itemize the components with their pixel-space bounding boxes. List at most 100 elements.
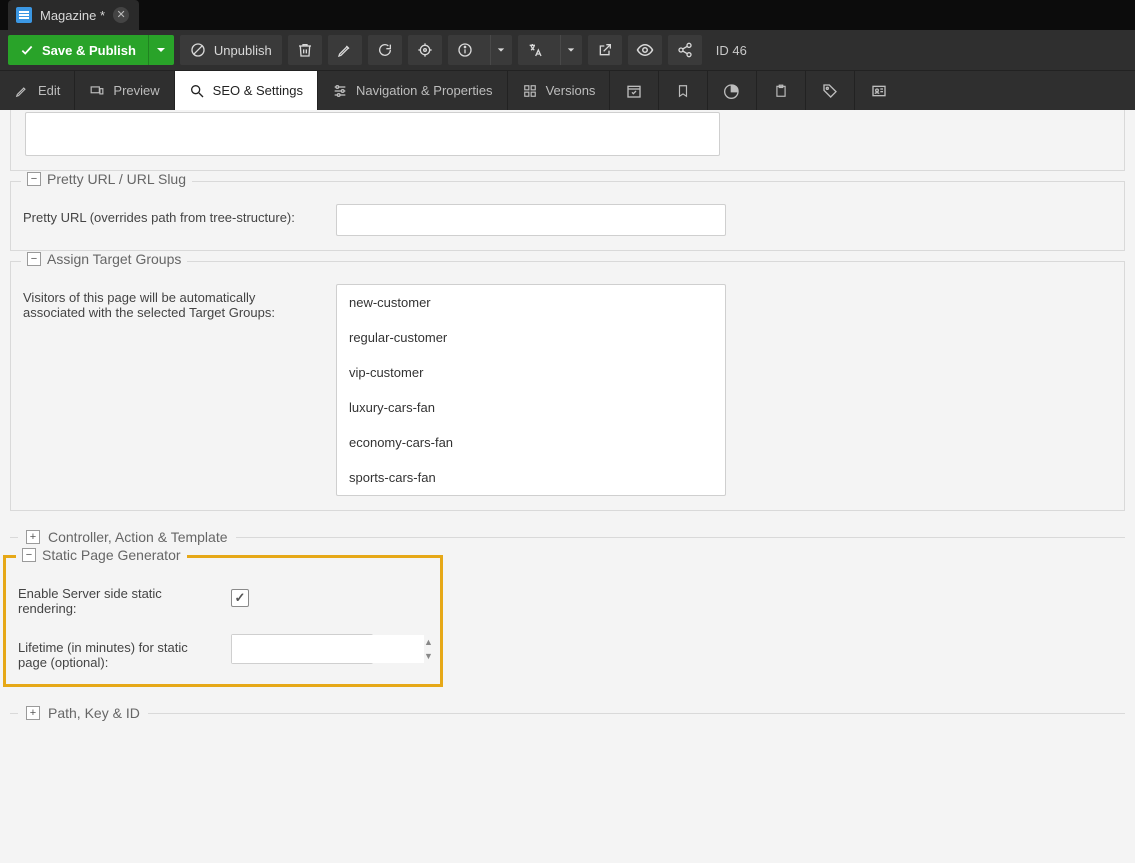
section-target-groups: − Assign Target Groups Visitors of this … [10, 261, 1125, 511]
tab-tags[interactable] [806, 71, 855, 110]
section-controller-header[interactable]: + Controller, Action & Template [10, 529, 1125, 545]
tab-analytics[interactable] [708, 71, 757, 110]
crosshair-icon [417, 42, 433, 58]
section-pretty-url: − Pretty URL / URL Slug Pretty URL (over… [10, 181, 1125, 251]
lifetime-input[interactable] [232, 635, 424, 663]
collapse-icon[interactable]: − [27, 252, 41, 266]
collapse-icon[interactable]: − [22, 548, 36, 562]
expand-icon[interactable]: + [26, 706, 40, 720]
translate-button[interactable] [518, 35, 582, 65]
target-groups-label: Visitors of this page will be automatica… [23, 284, 318, 320]
spinner-up-icon[interactable]: ▲ [424, 635, 433, 649]
tab-seo-settings-label: SEO & Settings [213, 83, 303, 98]
grid-icon [522, 83, 538, 99]
section-target-groups-title: Assign Target Groups [47, 251, 181, 267]
tab-notes[interactable] [757, 71, 806, 110]
enable-static-checkbox[interactable] [231, 589, 249, 607]
lifetime-spinner[interactable]: ▲ ▼ [231, 634, 373, 664]
section-pretty-url-title: Pretty URL / URL Slug [47, 171, 186, 187]
tab-versions-label: Versions [546, 83, 596, 98]
info-caret[interactable] [490, 35, 512, 65]
reload-button[interactable] [368, 35, 402, 65]
eye-icon [636, 41, 654, 59]
list-item[interactable]: economy-cars-fan [337, 425, 725, 460]
caret-down-icon [156, 45, 166, 55]
clipboard-icon [773, 83, 789, 99]
save-publish-label: Save & Publish [42, 43, 136, 58]
tab-versions[interactable]: Versions [508, 71, 611, 110]
save-publish-caret[interactable] [148, 35, 174, 65]
previous-section-remainder [10, 110, 1125, 171]
tab-preview-label: Preview [113, 83, 159, 98]
expand-icon[interactable]: + [26, 530, 40, 544]
section-static-generator-title: Static Page Generator [42, 547, 181, 563]
list-item[interactable]: luxury-cars-fan [337, 390, 725, 425]
refresh-icon [377, 42, 393, 58]
tab-bar: Magazine * ✕ [0, 0, 1135, 30]
calendar-check-icon [626, 83, 642, 99]
prohibit-icon [190, 42, 206, 58]
tab-seo-settings[interactable]: SEO & Settings [175, 71, 318, 110]
target-button[interactable] [408, 35, 442, 65]
secondary-tabs: Edit Preview SEO & Settings Navigation &… [0, 70, 1135, 110]
tab-nav-props-label: Navigation & Properties [356, 83, 493, 98]
section-path-key-id-header[interactable]: + Path, Key & ID [10, 705, 1125, 721]
rename-button[interactable] [328, 35, 362, 65]
info-button[interactable] [448, 35, 512, 65]
pretty-url-input[interactable] [336, 204, 726, 236]
section-pretty-url-header[interactable]: − Pretty URL / URL Slug [21, 171, 192, 187]
textarea-field[interactable] [25, 112, 720, 156]
pencil-icon [14, 83, 30, 99]
collapse-icon[interactable]: − [27, 172, 41, 186]
section-controller-title: Controller, Action & Template [48, 529, 228, 545]
primary-toolbar: Save & Publish Unpublish [0, 30, 1135, 70]
list-item[interactable]: vip-customer [337, 355, 725, 390]
tab-schedule[interactable] [610, 71, 659, 110]
pie-chart-icon [724, 83, 740, 99]
delete-button[interactable] [288, 35, 322, 65]
external-link-icon [597, 42, 613, 58]
bookmark-icon [675, 83, 691, 99]
preview-eye-button[interactable] [628, 35, 662, 65]
enable-static-label: Enable Server side static rendering: [18, 580, 213, 616]
id-card-icon [871, 83, 887, 99]
document-id-label: ID 46 [708, 43, 755, 58]
list-item[interactable]: new-customer [337, 285, 725, 320]
document-icon [16, 7, 32, 23]
tab-edit[interactable]: Edit [0, 71, 75, 110]
sliders-icon [332, 83, 348, 99]
list-item[interactable]: sports-cars-fan [337, 460, 725, 495]
caret-down-icon [497, 46, 505, 54]
check-icon [20, 43, 34, 57]
share-button[interactable] [668, 35, 702, 65]
translate-icon [527, 42, 543, 58]
target-groups-listbox[interactable]: new-customer regular-customer vip-custom… [336, 284, 726, 496]
tab-navigation-properties[interactable]: Navigation & Properties [318, 71, 508, 110]
section-static-generator-header[interactable]: − Static Page Generator [16, 547, 187, 563]
trash-icon [297, 42, 313, 58]
tab-bookmark[interactable] [659, 71, 708, 110]
tag-icon [822, 83, 838, 99]
document-tab[interactable]: Magazine * ✕ [8, 0, 139, 30]
pencil-icon [337, 42, 353, 58]
devices-icon [89, 83, 105, 99]
share-icon [677, 42, 693, 58]
unpublish-button[interactable]: Unpublish [180, 35, 282, 65]
translate-caret[interactable] [560, 35, 582, 65]
open-external-button[interactable] [588, 35, 622, 65]
tab-users[interactable] [855, 71, 903, 110]
tab-preview[interactable]: Preview [75, 71, 174, 110]
section-target-groups-header[interactable]: − Assign Target Groups [21, 251, 187, 267]
list-item[interactable]: regular-customer [337, 320, 725, 355]
tab-edit-label: Edit [38, 83, 60, 98]
unpublish-label: Unpublish [214, 43, 272, 58]
save-publish-button[interactable]: Save & Publish [8, 35, 174, 65]
pretty-url-label: Pretty URL (overrides path from tree-str… [23, 204, 318, 225]
spinner-down-icon[interactable]: ▼ [424, 649, 433, 663]
wrench-search-icon [189, 83, 205, 99]
lifetime-label: Lifetime (in minutes) for static page (o… [18, 634, 213, 670]
section-path-key-id-title: Path, Key & ID [48, 705, 140, 721]
close-tab-icon[interactable]: ✕ [113, 7, 129, 23]
info-icon [457, 42, 473, 58]
caret-down-icon [567, 46, 575, 54]
